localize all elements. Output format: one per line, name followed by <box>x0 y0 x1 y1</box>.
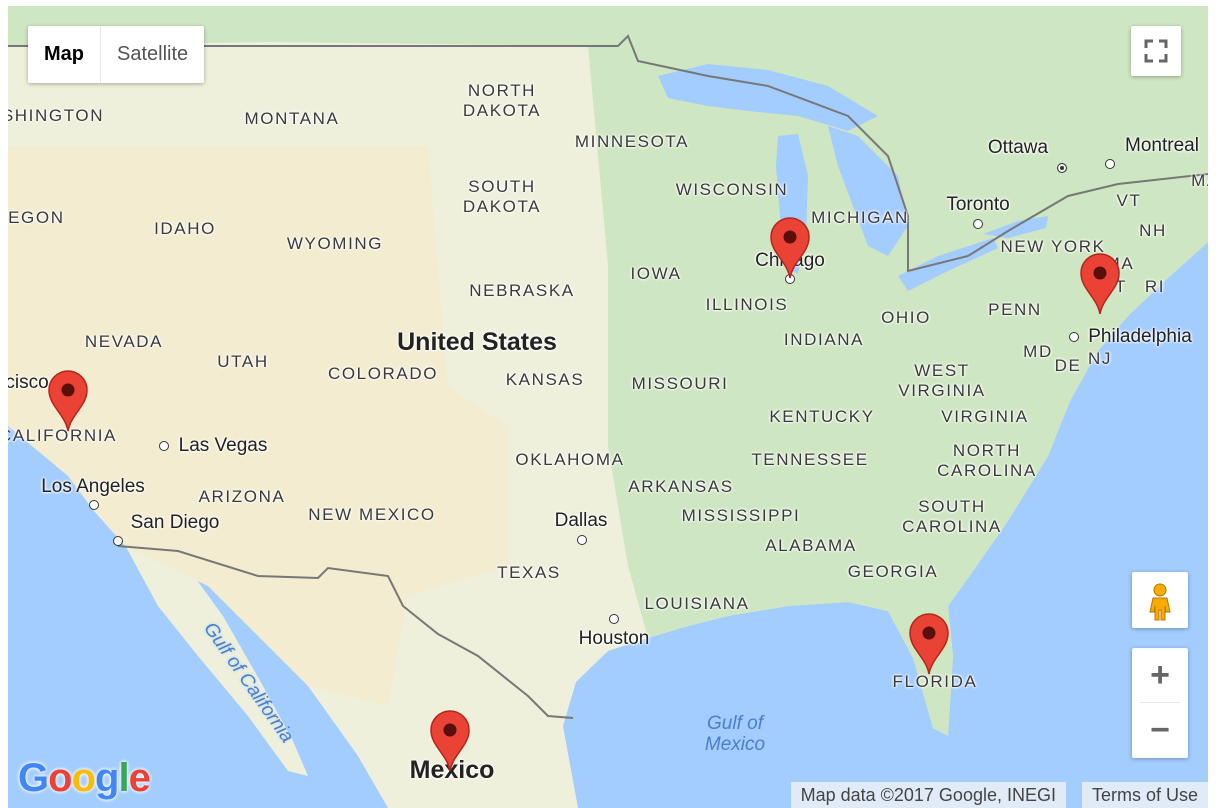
map-canvas[interactable]: WASHINGTON MONTANA NORTH DAKOTA MINNESOT… <box>8 6 1208 808</box>
label-philadelphia: Philadelphia <box>1088 326 1192 347</box>
label-west-virginia-1: WEST <box>914 361 970 380</box>
label-nevada: NEVADA <box>84 332 164 351</box>
label-minnesota: MINNESOTA <box>574 132 690 151</box>
label-san-francisco: San Francisco <box>8 372 49 393</box>
map-type-satellite-button[interactable]: Satellite <box>101 26 204 83</box>
label-nj: NJ <box>1088 349 1112 368</box>
street-view-pegman-button[interactable] <box>1132 572 1188 628</box>
map-type-control: Map Satellite <box>28 26 205 83</box>
label-montreal: Montreal <box>1125 135 1199 156</box>
map-type-map-button[interactable]: Map <box>28 26 101 83</box>
label-wisconsin: WISCONSIN <box>675 180 789 199</box>
label-vt: VT <box>1116 191 1142 210</box>
map-marker-florida[interactable] <box>908 613 950 675</box>
label-virginia: VIRGINIA <box>941 407 1029 426</box>
label-oklahoma: OKLAHOMA <box>515 450 625 469</box>
label-tennessee: TENNESSEE <box>751 450 869 469</box>
label-wyoming: WYOMING <box>286 234 384 253</box>
label-texas: TEXAS <box>497 563 561 582</box>
label-alabama: ALABAMA <box>765 536 857 555</box>
map-marker-california[interactable] <box>47 370 89 432</box>
label-houston: Houston <box>578 628 650 649</box>
label-maine: MAINE <box>1191 171 1208 190</box>
city-dot-las-vegas <box>159 441 169 451</box>
zoom-out-button[interactable]: − <box>1132 703 1188 757</box>
label-illinois: ILLINOIS <box>705 295 789 314</box>
label-los-angeles: Los Angeles <box>41 476 145 497</box>
label-las-vegas: Las Vegas <box>178 435 268 456</box>
label-new-mexico: NEW MEXICO <box>308 505 436 524</box>
label-georgia: GEORGIA <box>847 562 939 581</box>
label-gulf-of-mexico-2: Mexico <box>704 734 766 755</box>
label-kansas: KANSAS <box>505 370 585 389</box>
label-gulf-of-mexico-1: Gulf of <box>707 713 763 734</box>
label-idaho: IDAHO <box>154 219 216 238</box>
google-logo[interactable]: Google <box>18 756 151 801</box>
label-utah: UTAH <box>217 352 269 371</box>
label-michigan: MICHIGAN <box>811 208 909 227</box>
map-marker-new-york[interactable] <box>1079 253 1121 315</box>
label-north-dakota-2: DAKOTA <box>462 101 542 120</box>
city-dot-philadelphia <box>1069 332 1079 342</box>
label-louisiana: LOUISIANA <box>644 594 750 613</box>
label-ottawa: Ottawa <box>987 137 1049 158</box>
fullscreen-icon <box>1144 39 1168 63</box>
label-north-carolina-2: CAROLINA <box>937 461 1037 480</box>
label-united-states: United States <box>397 328 557 356</box>
label-md: MD <box>1023 342 1053 361</box>
label-nh: NH <box>1139 221 1167 240</box>
city-dot-houston <box>609 614 619 624</box>
label-south-dakota-2: DAKOTA <box>462 197 542 216</box>
capital-dot-ottawa <box>1057 163 1067 173</box>
label-iowa: IOWA <box>630 264 682 283</box>
label-oregon: OREGON <box>8 208 65 227</box>
city-dot-dallas <box>577 535 587 545</box>
terms-of-use-link[interactable]: Terms of Use <box>1081 782 1208 808</box>
label-indiana: INDIANA <box>783 330 865 349</box>
map-marker-chicago[interactable] <box>769 217 811 279</box>
zoom-in-button[interactable]: + <box>1132 648 1188 702</box>
label-penn: PENN <box>988 300 1042 319</box>
label-kentucky: KENTUCKY <box>769 407 875 426</box>
label-south-dakota-1: SOUTH <box>468 177 536 196</box>
label-san-diego: San Diego <box>130 512 220 533</box>
city-dot-montreal <box>1105 159 1115 169</box>
label-missouri: MISSOURI <box>631 374 729 393</box>
pegman-icon <box>1149 583 1171 621</box>
city-dot-toronto <box>973 219 983 229</box>
map-marker-mexico[interactable] <box>429 710 471 772</box>
label-south-carolina-1: SOUTH <box>918 497 986 516</box>
label-montana: MONTANA <box>244 109 340 128</box>
label-dallas: Dallas <box>554 510 608 531</box>
label-colorado: COLORADO <box>327 364 439 383</box>
label-ohio: OHIO <box>881 308 931 327</box>
fullscreen-button[interactable] <box>1131 26 1181 76</box>
zoom-control: + − <box>1132 648 1188 758</box>
map-data-attribution: Map data ©2017 Google, INEGI <box>790 782 1066 808</box>
label-florida: FLORIDA <box>892 672 978 691</box>
label-toronto: Toronto <box>946 194 1010 215</box>
city-dot-san-diego <box>113 536 123 546</box>
label-arkansas: ARKANSAS <box>628 477 734 496</box>
label-nebraska: NEBRASKA <box>469 281 575 300</box>
city-dot-los-angeles <box>89 500 99 510</box>
label-south-carolina-2: CAROLINA <box>902 517 1002 536</box>
label-west-virginia-2: VIRGINIA <box>898 381 986 400</box>
label-north-dakota-1: NORTH <box>467 81 537 100</box>
label-mississippi: MISSISSIPPI <box>681 506 801 525</box>
label-ri: RI <box>1144 277 1166 296</box>
label-north-carolina-1: NORTH <box>952 441 1022 460</box>
label-de: DE <box>1054 356 1082 375</box>
label-arizona: ARIZONA <box>198 487 286 506</box>
label-washington: WASHINGTON <box>8 106 105 125</box>
